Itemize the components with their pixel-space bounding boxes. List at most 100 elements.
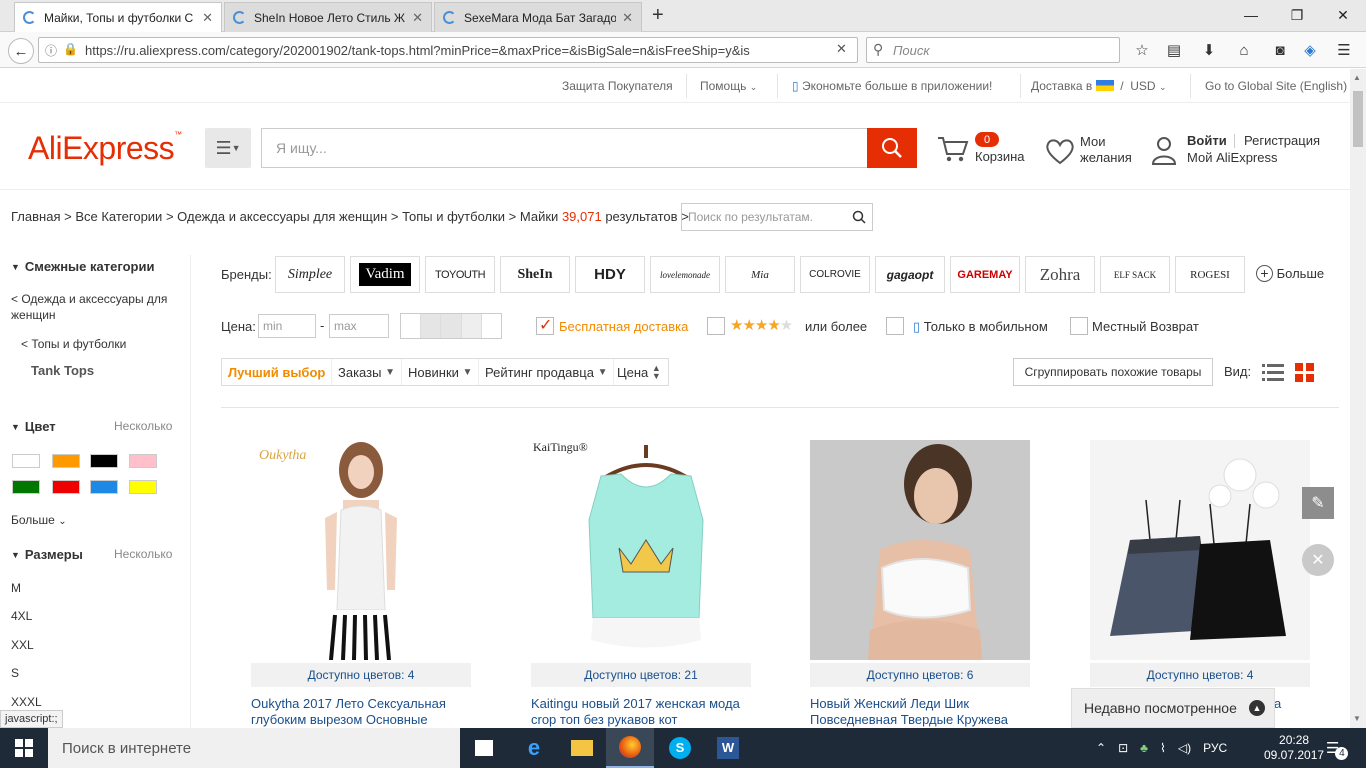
sort-best-match[interactable]: Лучший выбор — [222, 359, 333, 385]
browser-tab-3[interactable]: SexeMara Мода Бат Загадо ✕ — [434, 2, 642, 32]
wishlist-line1[interactable]: Мои — [1080, 134, 1105, 150]
pocket-icon[interactable]: ◙ — [1270, 40, 1290, 60]
shield-icon[interactable]: ♣ — [1140, 741, 1148, 755]
mobile-only-label[interactable]: ▯ Только в мобильном — [913, 319, 1048, 335]
list-view-icon[interactable] — [1262, 362, 1284, 382]
product-title[interactable]: Oukytha 2017 Лето Сексуальная глубоким в… — [251, 696, 471, 728]
buyer-protection-link[interactable]: Защита Покупателя — [562, 79, 673, 93]
size-option[interactable]: S — [11, 666, 19, 680]
page-scrollbar[interactable]: ▲ ▼ — [1350, 69, 1366, 728]
product-image[interactable]: KaiTingu® — [531, 440, 751, 660]
my-aliexpress-link[interactable]: Мой AliExpress — [1187, 150, 1278, 166]
close-tab-icon[interactable]: ✕ — [622, 10, 633, 26]
price-min-input[interactable]: min — [258, 314, 316, 338]
group-similar-button[interactable]: Сгруппировать похожие товары — [1013, 358, 1213, 386]
chevron-up-icon[interactable]: ⌃ — [1096, 741, 1106, 755]
histogram-bar[interactable] — [421, 314, 442, 338]
global-site-link[interactable]: Go to Global Site (English) — [1205, 79, 1347, 93]
color-swatch-blue[interactable] — [90, 480, 118, 494]
help-link[interactable]: Помощь ⌄ — [700, 79, 757, 93]
histogram-bar[interactable] — [461, 314, 482, 338]
brand-hdy[interactable]: HDY — [575, 256, 645, 293]
size-option[interactable]: XXL — [11, 638, 34, 652]
color-swatch-yellow[interactable] — [129, 480, 157, 494]
chevron-up-icon[interactable]: ▲ — [1249, 700, 1265, 716]
histogram-bar[interactable] — [441, 314, 462, 338]
grid-view-icon[interactable] — [1295, 362, 1315, 382]
breadcrumb-all-categories[interactable]: Все Категории — [75, 209, 162, 224]
recently-viewed-panel[interactable]: Недавно посмотренное ▲ — [1071, 688, 1275, 728]
related-categories-title[interactable]: Смежные категории — [11, 259, 155, 274]
color-multiple-toggle[interactable]: Несколько — [114, 419, 172, 433]
color-swatch-white[interactable] — [12, 454, 40, 468]
sizes-filter-title[interactable]: Размеры — [11, 547, 83, 562]
brand-rogesi[interactable]: ROGESI — [1175, 256, 1245, 293]
clock[interactable]: 20:28 09.07.2017 — [1264, 728, 1324, 768]
browser-tab-1[interactable]: Майки, Топы и футболки С ✕ — [14, 2, 222, 32]
feedback-pencil-button[interactable]: ✎ — [1302, 487, 1334, 519]
back-arrow-icon[interactable]: ← — [8, 38, 34, 64]
color-swatch-pink[interactable] — [129, 454, 157, 468]
breadcrumb-women-clothing[interactable]: Одежда и аксессуары для женщин — [177, 209, 387, 224]
brand-simplee[interactable]: Simplee — [275, 256, 345, 293]
size-option[interactable]: M — [11, 581, 21, 595]
close-float-button[interactable]: ✕ — [1302, 544, 1334, 576]
close-tab-icon[interactable]: ✕ — [412, 10, 423, 26]
brand-garemay[interactable]: GAREMAY — [950, 256, 1020, 293]
free-shipping-label[interactable]: Бесплатная доставка — [559, 319, 688, 334]
tops-category-link[interactable]: < Топы и футболки — [21, 336, 126, 352]
notifications-button[interactable]: ☰ 4 — [1326, 728, 1349, 768]
rating-suffix-label[interactable]: или более — [805, 319, 867, 334]
brand-vadim[interactable]: Vadim — [350, 256, 420, 293]
download-icon[interactable]: ⬇ — [1199, 40, 1219, 60]
heart-icon[interactable] — [1044, 136, 1076, 166]
sort-price[interactable]: Цена ▲ ▼ — [611, 359, 667, 385]
brand-zohra[interactable]: Zohra — [1025, 256, 1095, 293]
color-swatch-black[interactable] — [90, 454, 118, 468]
skype-app-icon[interactable]: S — [656, 728, 704, 768]
local-return-checkbox[interactable] — [1070, 317, 1088, 335]
delivery-selector[interactable]: Доставка в / USD ⌄ — [1031, 79, 1167, 93]
new-tab-icon[interactable]: + — [652, 4, 664, 27]
close-window-icon[interactable]: ✕ — [1320, 0, 1366, 30]
windows-start-icon[interactable] — [0, 728, 48, 768]
firefox-app-icon[interactable] — [606, 728, 654, 768]
color-swatch-orange[interactable] — [52, 454, 80, 468]
categories-menu-button[interactable]: ☰ ▼ — [205, 128, 251, 168]
register-link[interactable]: Регистрация — [1244, 133, 1320, 149]
brand-toyouth[interactable]: TOYOUTH — [425, 256, 495, 293]
url-bar[interactable]: ⓘ 🔒 https://ru.aliexpress.com/category/2… — [38, 37, 858, 63]
sort-orders[interactable]: Заказы ▼ — [332, 359, 402, 385]
brand-colrovie[interactable]: COLROVIE — [800, 256, 870, 293]
login-link[interactable]: Войти — [1187, 133, 1227, 149]
search-button[interactable] — [867, 128, 917, 168]
browser-search-input[interactable]: ⚲ Поиск — [866, 37, 1120, 63]
brands-more-button[interactable]: + Больше — [1256, 265, 1324, 282]
main-search-input[interactable]: Я ищу... — [261, 128, 867, 168]
sizes-multiple-toggle[interactable]: Несколько — [114, 547, 172, 561]
color-filter-title[interactable]: Цвет — [11, 419, 56, 434]
scrollbar-thumb[interactable] — [1353, 91, 1363, 147]
scroll-down-icon[interactable]: ▼ — [1353, 714, 1361, 723]
wifi-icon[interactable]: ⌇ — [1160, 741, 1166, 755]
word-app-icon[interactable]: W — [704, 728, 752, 768]
edge-app-icon[interactable]: e — [510, 728, 558, 768]
store-app-icon[interactable] — [460, 728, 508, 768]
aliexpress-logo[interactable]: AliExpress™ — [28, 130, 182, 167]
rating-checkbox[interactable] — [707, 317, 725, 335]
mobile-only-checkbox[interactable] — [886, 317, 904, 335]
product-image[interactable] — [1090, 440, 1310, 660]
home-icon[interactable]: ⌂ — [1234, 40, 1254, 60]
menu-icon[interactable]: ☰ — [1334, 40, 1354, 60]
brand-mia[interactable]: Mia — [725, 256, 795, 293]
parent-category-link[interactable]: < Одежда и аксессуары для женщин — [11, 291, 181, 323]
cart-label[interactable]: Корзина — [975, 149, 1025, 165]
histogram-bar[interactable] — [482, 314, 501, 338]
color-swatch-green[interactable] — [12, 480, 40, 494]
search-icon[interactable] — [852, 210, 866, 224]
histogram-bar[interactable] — [401, 314, 422, 338]
language-indicator[interactable]: РУС — [1203, 741, 1227, 755]
size-option[interactable]: XXXL — [11, 695, 42, 709]
sync-icon[interactable]: ◈ — [1300, 40, 1320, 60]
bookmark-star-icon[interactable]: ☆ — [1132, 40, 1152, 60]
